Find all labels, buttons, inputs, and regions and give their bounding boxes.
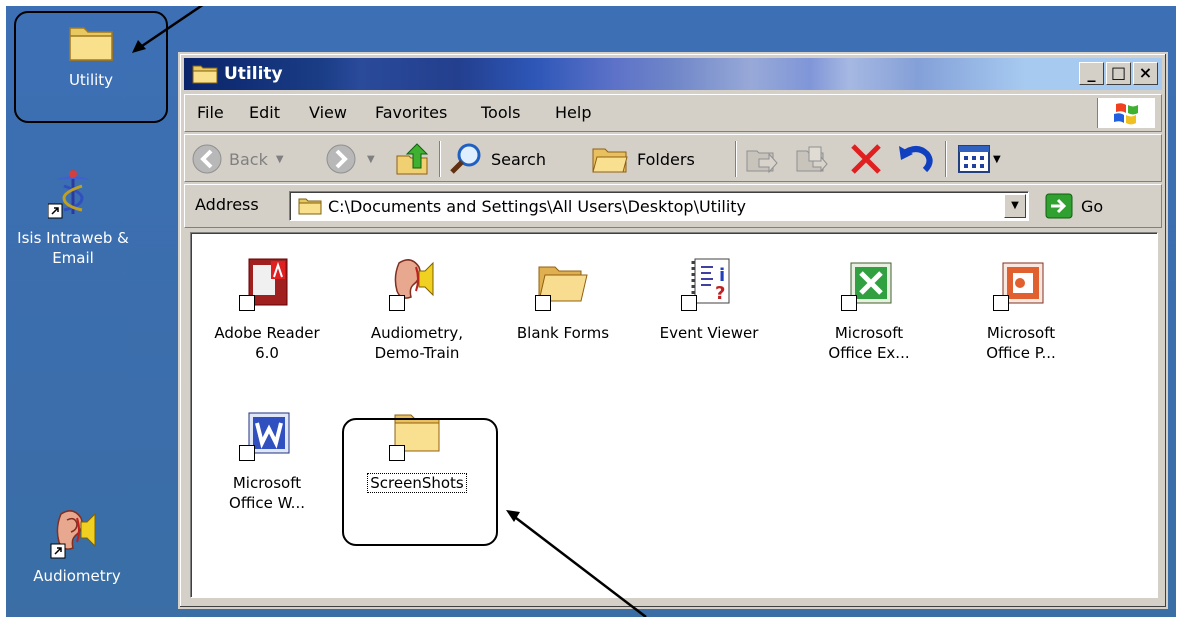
forward-arrow-icon — [326, 144, 356, 174]
shortcut-arrow-icon — [389, 295, 405, 311]
folder-icon — [192, 65, 218, 84]
move-to-icon — [746, 150, 778, 174]
open-folder-icon — [535, 255, 591, 311]
shortcut-arrow-icon — [681, 295, 697, 311]
svg-text:?: ? — [715, 283, 725, 304]
standard-toolbar: Back ▼ ▼ Search Folders ▼ — [184, 134, 1162, 182]
close-button[interactable]: × — [1133, 62, 1158, 85]
folders-label: Folders — [637, 149, 695, 169]
file-item-label: Audiometry, Demo-Train — [370, 324, 464, 362]
go-button[interactable]: Go — [1045, 191, 1115, 221]
delete-button[interactable] — [849, 143, 883, 175]
file-item-adobe-reader[interactable]: Adobe Reader 6.0 — [197, 255, 337, 363]
file-item-label: Event Viewer — [659, 324, 759, 342]
address-dropdown-button[interactable]: ▼ — [1004, 194, 1026, 218]
adobe-reader-icon — [239, 255, 295, 311]
folder-content: Adobe Reader6.0 Audiometry,Demo-Train — [190, 232, 1158, 598]
title-bar[interactable]: Utility _ □ × — [184, 58, 1162, 90]
file-item-label: Blank Forms — [516, 324, 610, 342]
copy-to-button[interactable] — [795, 143, 831, 175]
menu-edit[interactable]: Edit — [249, 103, 280, 122]
back-arrow-icon — [192, 144, 222, 174]
toolbar-separator — [735, 141, 737, 177]
caduceus-icon — [48, 170, 90, 219]
menu-favorites[interactable]: Favorites — [375, 103, 447, 122]
event-viewer-icon: i ? — [681, 255, 737, 311]
desktop: Utility Isis Intraweb & Email Audiometry — [6, 6, 1176, 617]
back-label: Back — [229, 149, 268, 169]
back-button[interactable]: Back ▼ — [191, 143, 284, 175]
powerpoint-icon — [993, 255, 1049, 311]
up-folder-icon — [396, 143, 429, 175]
address-bar: Address C:\Documents and Settings\All Us… — [184, 184, 1162, 228]
callout-box-utility — [14, 11, 168, 123]
menu-view[interactable]: View — [309, 103, 347, 122]
shortcut-arrow-icon — [841, 295, 857, 311]
file-item-event-viewer[interactable]: i ? Event Viewer — [639, 255, 779, 343]
chevron-down-icon[interactable]: ▼ — [367, 154, 375, 165]
up-folder-button[interactable] — [395, 143, 429, 175]
callout-box-screenshots — [342, 418, 498, 546]
forward-button[interactable]: ▼ — [325, 143, 375, 175]
file-item-word[interactable]: Microsoft Office W... — [197, 405, 337, 513]
menu-help[interactable]: Help — [555, 103, 591, 122]
search-button[interactable]: Search — [449, 143, 546, 175]
shortcut-arrow-icon — [239, 295, 255, 311]
window-title: Utility — [224, 64, 283, 84]
windows-logo-icon — [1097, 98, 1155, 128]
undo-button[interactable] — [897, 143, 933, 175]
file-item-label: Adobe Reader 6.0 — [214, 324, 320, 362]
delete-icon — [851, 144, 881, 174]
menu-bar: File Edit View Favorites Tools Help — [184, 94, 1162, 132]
menu-file[interactable]: File — [197, 103, 224, 122]
shortcut-arrow-icon — [239, 445, 255, 461]
minimize-button[interactable]: _ — [1079, 62, 1104, 85]
views-button[interactable]: ▼ — [957, 143, 1001, 175]
word-icon — [239, 405, 295, 461]
file-item-label: Microsoft Office W... — [229, 474, 305, 512]
desktop-icon-audiometry[interactable]: Audiometry — [2, 504, 152, 586]
ear-speaker-icon — [50, 510, 96, 559]
address-value: C:\Documents and Settings\All Users\Desk… — [328, 197, 747, 216]
file-item-audiometry-demo[interactable]: Audiometry, Demo-Train — [347, 255, 487, 363]
desktop-icon-label: Isis Intraweb & Email — [17, 229, 129, 267]
toolbar-separator — [439, 141, 441, 177]
address-input[interactable]: C:\Documents and Settings\All Users\Desk… — [289, 191, 1029, 221]
file-item-label: Microsoft Office P... — [986, 324, 1056, 362]
ear-speaker-icon — [389, 255, 445, 311]
explorer-window: Utility _ □ × File Edit View Favorites T… — [178, 52, 1168, 609]
file-item-excel[interactable]: Microsoft Office Ex... — [799, 255, 939, 363]
shortcut-arrow-icon — [993, 295, 1009, 311]
undo-icon — [899, 146, 933, 173]
desktop-icon-isis-intraweb[interactable]: Isis Intraweb & Email — [0, 166, 148, 268]
folder-icon — [298, 198, 322, 215]
go-arrow-icon — [1045, 193, 1073, 219]
folders-icon — [592, 148, 628, 173]
shortcut-arrow-icon — [535, 295, 551, 311]
chevron-down-icon[interactable]: ▼ — [276, 154, 284, 165]
search-label: Search — [491, 149, 546, 169]
go-label: Go — [1081, 196, 1104, 216]
menu-tools[interactable]: Tools — [481, 103, 520, 122]
copy-to-icon — [796, 146, 828, 173]
file-item-label: Microsoft Office Ex... — [828, 324, 910, 362]
search-icon — [450, 143, 481, 174]
file-item-powerpoint[interactable]: Microsoft Office P... — [951, 255, 1091, 363]
toolbar-separator — [945, 141, 947, 177]
views-icon — [958, 145, 990, 173]
folders-button[interactable]: Folders — [591, 143, 695, 175]
address-label: Address — [195, 195, 259, 214]
desktop-icon-label: Audiometry — [33, 567, 121, 585]
move-to-button[interactable] — [745, 143, 781, 175]
chevron-down-icon[interactable]: ▼ — [993, 154, 1001, 165]
excel-icon — [841, 255, 897, 311]
maximize-button[interactable]: □ — [1106, 62, 1131, 85]
file-item-blank-forms[interactable]: Blank Forms — [493, 255, 633, 343]
